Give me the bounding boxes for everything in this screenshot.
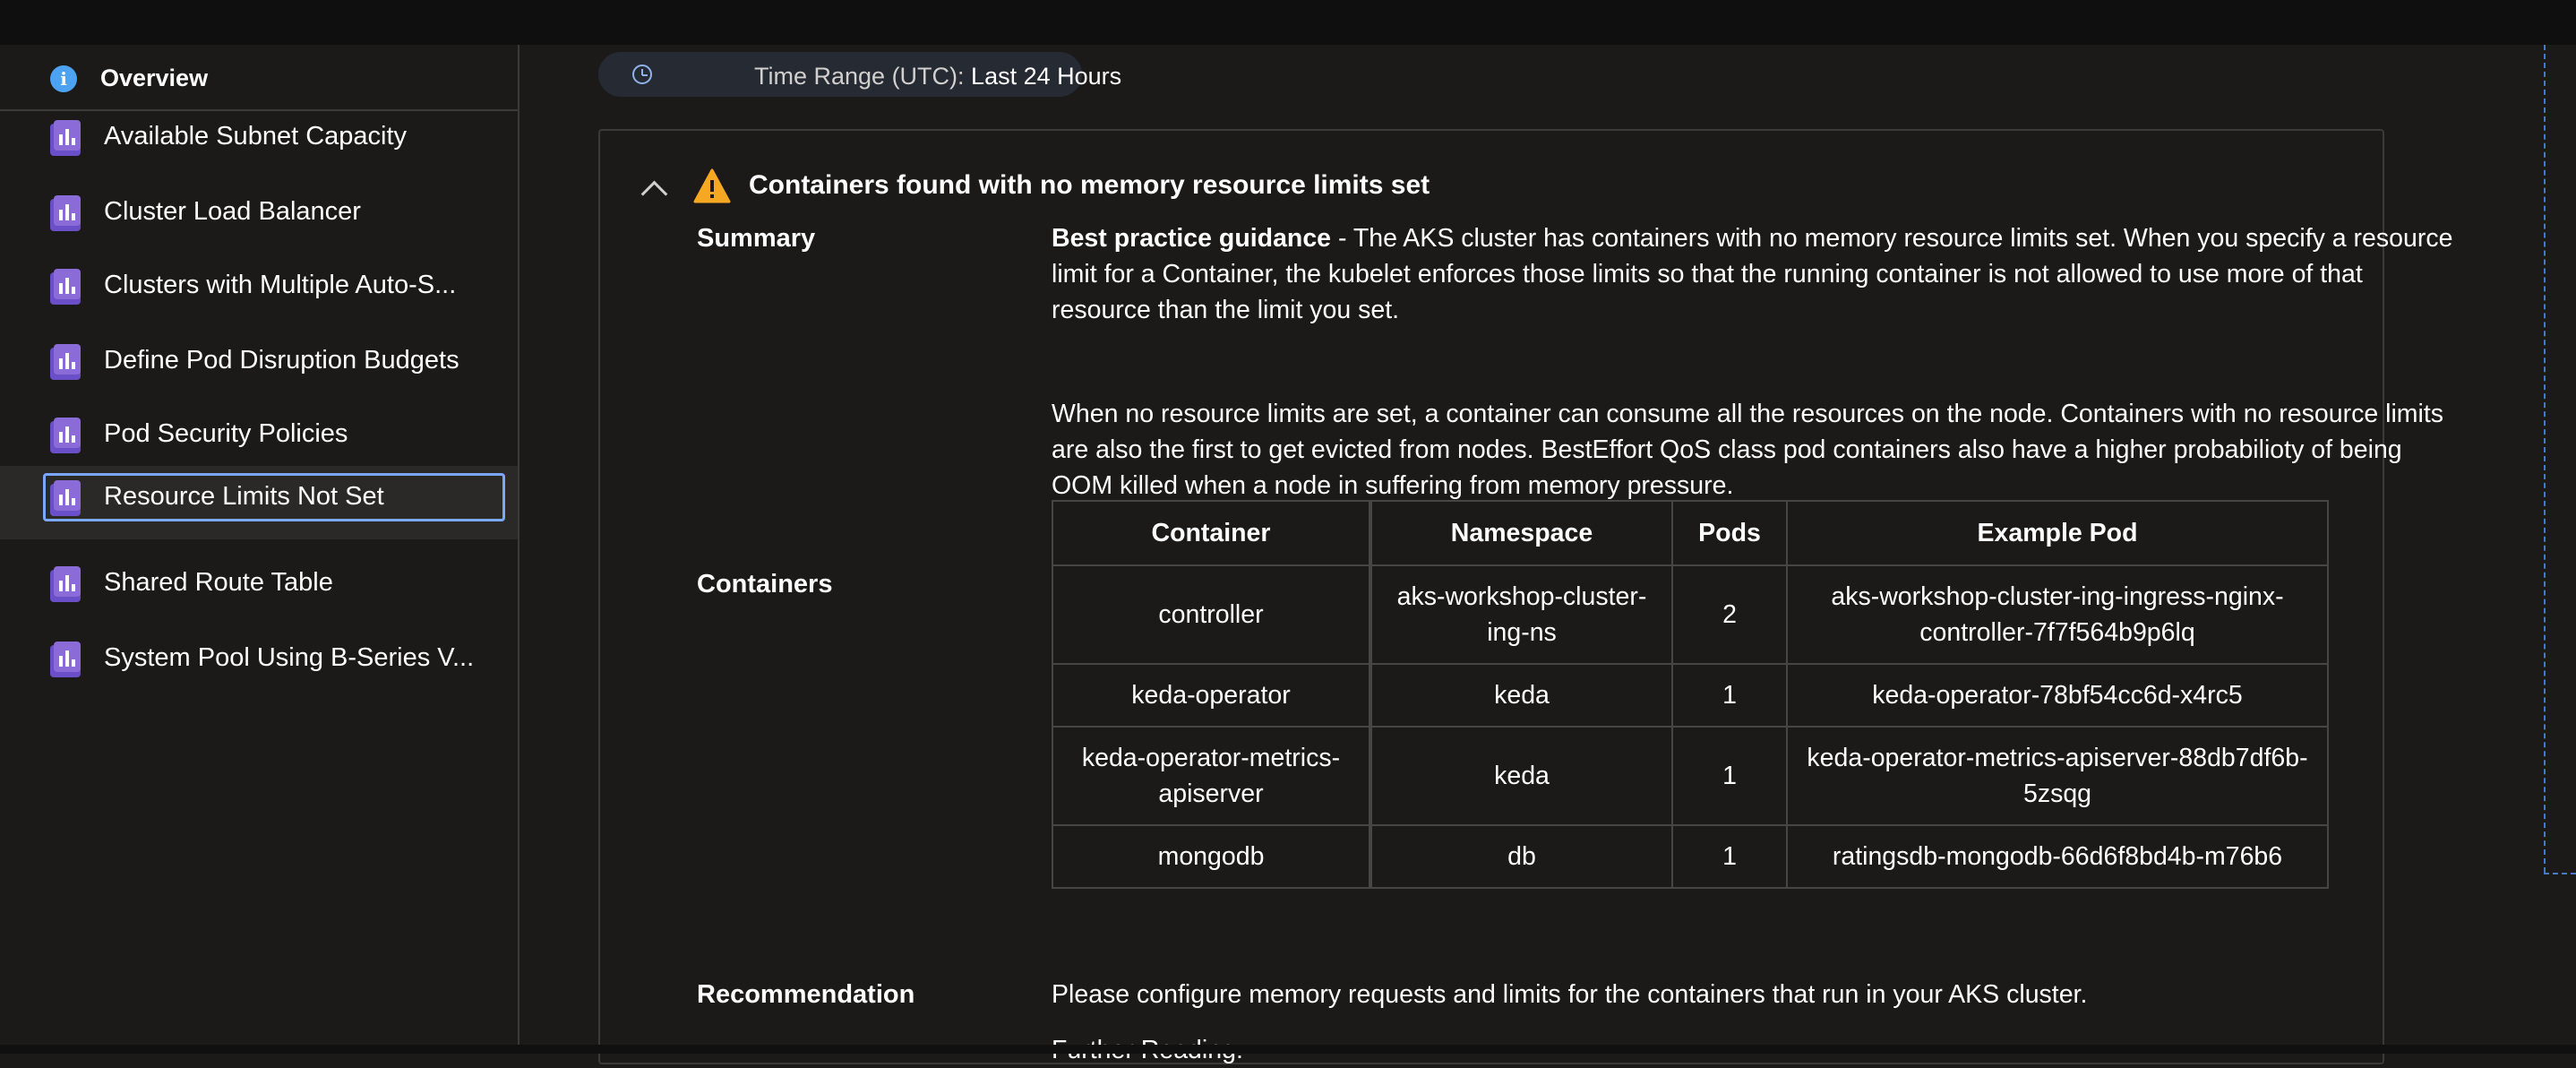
cell-container: keda-operator [1052, 663, 1372, 728]
workbook-icon [50, 642, 81, 677]
table-row: mongodb db 1 ratingsdb-mongodb-66d6f8bd4… [1052, 824, 2329, 889]
workbook-icon [50, 344, 81, 380]
containers-label: Containers [697, 570, 833, 599]
warning-icon [693, 168, 731, 203]
sidebar-item-label: Pod Security Policies [104, 419, 348, 448]
card-title: Containers found with no memory resource… [749, 170, 1430, 200]
summary-bold: Best practice guidance [1052, 224, 1332, 253]
sidebar-item-label: Overview [100, 65, 209, 91]
sidebar-item-label: System Pool Using B-Series V... [104, 643, 475, 672]
column-header-example-pod: Example Pod [1786, 500, 2329, 566]
sidebar-item-label: Shared Route Table [104, 568, 333, 597]
sidebar-item-label: Resource Limits Not Set [104, 482, 384, 511]
sidebar-item-resource-limits-not-set[interactable]: Resource Limits Not Set [0, 466, 518, 539]
sidebar-item-label: Available Subnet Capacity [104, 122, 408, 151]
workbook-icon [50, 480, 81, 516]
workbook-icon [50, 418, 81, 453]
cell-example-pod: keda-operator-78bf54cc6d-x4rc5 [1786, 663, 2329, 728]
cell-namespace: db [1370, 824, 1673, 889]
sidebar-item-pod-security-policies[interactable]: Pod Security Policies [0, 400, 518, 469]
summary-label: Summary [697, 224, 816, 253]
workbook-icon [50, 566, 81, 602]
clock-icon [632, 65, 652, 84]
recommendation-card: Containers found with no memory resource… [598, 129, 2452, 1064]
summary-paragraph-2: When no resource limits are set, a conta… [1052, 400, 2444, 500]
sidebar-item-clusters-multiple-auto-scaling[interactable]: Clusters with Multiple Auto-S... [0, 251, 518, 321]
cell-container: mongodb [1052, 824, 1372, 889]
time-range-text: Time Range (UTC): Last 24 Hours [754, 63, 1121, 90]
column-header-namespace: Namespace [1370, 500, 1673, 566]
sidebar-item-system-pool-b-series[interactable]: System Pool Using B-Series V... [0, 624, 518, 693]
time-range-value: Last 24 Hours [971, 63, 1122, 90]
summary-paragraph-1: Best practice guidance - The AKS cluster… [1052, 220, 2467, 328]
sidebar-item-available-subnet-capacity[interactable]: Available Subnet Capacity [0, 102, 518, 172]
cell-namespace: keda [1370, 663, 1673, 728]
chevron-up-icon[interactable] [640, 180, 668, 208]
cell-namespace: keda [1370, 726, 1673, 826]
cell-container: keda-operator-metrics-apiserver [1052, 726, 1372, 826]
cell-pods: 2 [1671, 564, 1788, 665]
table-header-row: Container Namespace Pods Example Pod [1052, 500, 2329, 566]
table-row: controller aks-workshop-cluster-ing-ns 2… [1052, 564, 2329, 665]
top-bar [0, 0, 2576, 45]
cell-container: controller [1052, 564, 1372, 665]
cell-example-pod: aks-workshop-cluster-ing-ingress-nginx-c… [1786, 564, 2329, 665]
time-range-label: Time Range (UTC): [754, 63, 972, 90]
sidebar-item-overview[interactable]: i Overview [0, 45, 518, 111]
recommendation-text: Please configure memory requests and lim… [1052, 980, 2088, 1009]
time-range-pill[interactable]: Time Range (UTC): Last 24 Hours [598, 52, 1121, 97]
workbook-icon [50, 120, 81, 156]
cell-example-pod: keda-operator-metrics-apiserver-88db7df6… [1786, 726, 2329, 826]
scroll-region-outline [2544, 45, 2546, 873]
workbook-icon [50, 269, 81, 305]
recommendation-label: Recommendation [697, 980, 915, 1009]
cell-pods: 1 [1671, 824, 1788, 889]
sidebar-item-define-pod-disruption-budgets[interactable]: Define Pod Disruption Budgets [0, 326, 518, 396]
scroll-region-outline-bottom [2544, 873, 2576, 874]
cell-pods: 1 [1671, 726, 1788, 826]
column-header-container: Container [1052, 500, 1372, 566]
cell-namespace: aks-workshop-cluster-ing-ns [1370, 564, 1673, 665]
cell-example-pod: ratingsdb-mongodb-66d6f8bd4b-m76b6 [1786, 824, 2329, 889]
window-bottom-edge [0, 1045, 2576, 1054]
containers-table: Container Namespace Pods Example Pod con… [1052, 500, 2329, 889]
sidebar-item-label: Clusters with Multiple Auto-S... [104, 271, 457, 299]
sidebar-item-label: Cluster Load Balancer [104, 197, 361, 226]
sidebar-item-label: Define Pod Disruption Budgets [104, 346, 459, 375]
main-content: Time Range (UTC): Last 24 Hours Containe… [519, 45, 2576, 1064]
table-row: keda-operator-metrics-apiserver keda 1 k… [1052, 726, 2329, 826]
cell-pods: 1 [1671, 663, 1788, 728]
sidebar-item-cluster-load-balancer[interactable]: Cluster Load Balancer [0, 177, 518, 247]
table-row: keda-operator keda 1 keda-operator-78bf5… [1052, 663, 2329, 728]
column-header-pods: Pods [1671, 500, 1788, 566]
sidebar: i Overview Available Subnet Capacity Clu… [0, 45, 519, 1045]
info-icon: i [50, 65, 77, 92]
workbook-icon [50, 195, 81, 231]
sidebar-item-shared-route-table[interactable]: Shared Route Table [0, 548, 518, 618]
